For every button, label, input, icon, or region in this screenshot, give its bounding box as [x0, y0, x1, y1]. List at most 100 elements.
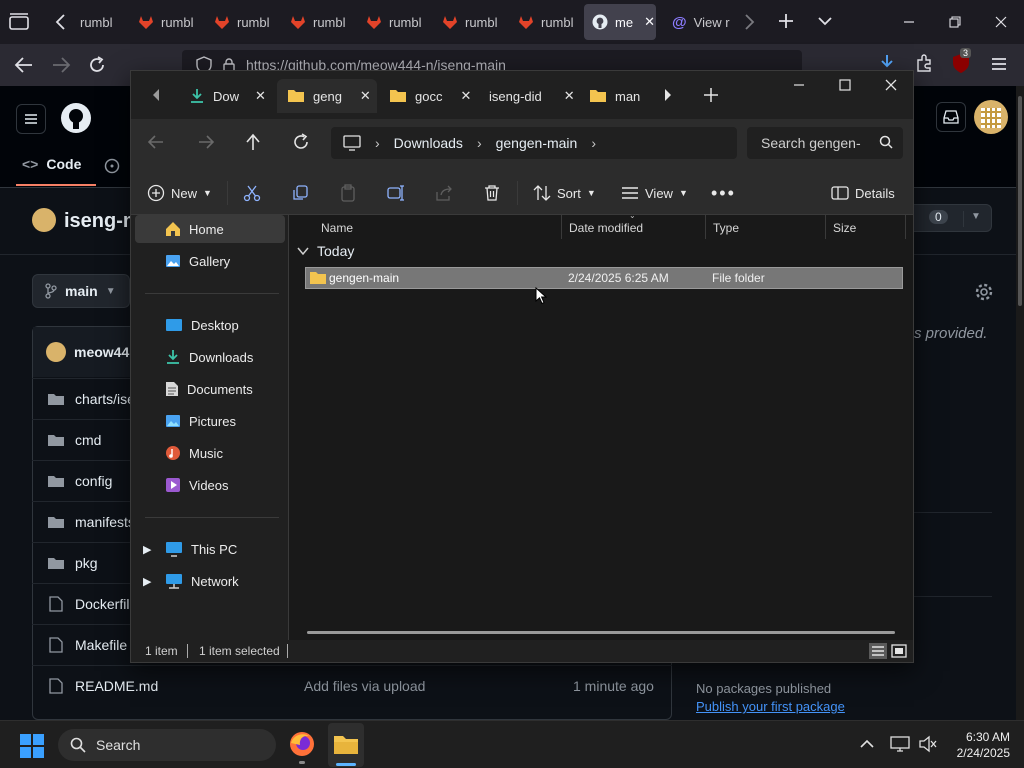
tab-scroll-right-icon[interactable]	[663, 88, 673, 102]
tabs-scroll-right-icon[interactable]	[742, 13, 756, 31]
windows-start-icon[interactable]	[20, 734, 44, 758]
repo-owner-avatar[interactable]	[32, 208, 56, 232]
restore-icon[interactable]	[932, 0, 978, 44]
close-icon[interactable]: ✕	[255, 88, 266, 104]
explorer-tab[interactable]: Dow ✕	[179, 79, 276, 113]
column-name[interactable]: Name	[321, 221, 353, 235]
column-date[interactable]: Date modified	[569, 221, 643, 235]
tab-code[interactable]: <> Code	[22, 156, 81, 172]
column-type[interactable]: Type	[713, 221, 739, 235]
browser-tab[interactable]: rumbl	[130, 4, 202, 40]
close-icon[interactable]: ✕	[460, 88, 471, 104]
taskbar-search[interactable]: Search	[58, 729, 276, 761]
firefox-icon[interactable]	[289, 731, 315, 764]
column-divider[interactable]	[825, 215, 826, 239]
new-tab-icon[interactable]	[703, 87, 719, 103]
sort-button[interactable]: Sort ▼	[533, 179, 596, 207]
table-row[interactable]: README.md Add files via upload 1 minute …	[32, 665, 672, 706]
paste-icon[interactable]	[339, 179, 357, 207]
details-button[interactable]: Details	[831, 179, 895, 207]
list-all-tabs-icon[interactable]	[817, 14, 833, 28]
maximize-icon[interactable]	[839, 79, 851, 91]
breadcrumb-item[interactable]: gengen-main	[496, 135, 578, 151]
close-window-icon[interactable]	[978, 0, 1024, 44]
commit-author-avatar[interactable]	[46, 342, 66, 362]
close-icon[interactable]: ✕	[564, 88, 575, 104]
file-name[interactable]: config	[75, 473, 112, 489]
table-row[interactable]: gengen-main 2/24/2025 6:25 AM File folde…	[305, 267, 903, 289]
close-icon[interactable]: ✕	[644, 14, 655, 30]
nav-item-pictures[interactable]: Pictures 📌	[165, 409, 305, 433]
reload-icon[interactable]	[87, 55, 107, 75]
chevron-right-icon[interactable]: ›	[477, 135, 482, 151]
search-input[interactable]: Search gengen-	[747, 127, 903, 159]
tab-scroll-left-icon[interactable]	[151, 88, 161, 102]
minimize-icon[interactable]	[886, 0, 932, 44]
horizontal-scrollbar[interactable]	[307, 631, 895, 634]
github-logo-icon[interactable]	[60, 102, 92, 134]
browser-tab[interactable]: rumbl	[282, 4, 354, 40]
browser-tab[interactable]: rumbl	[72, 4, 121, 40]
file-name[interactable]: Makefile	[75, 637, 127, 653]
file-name[interactable]: gengen-main	[329, 271, 399, 285]
network-tray-icon[interactable]	[890, 735, 910, 753]
nav-item-home[interactable]: Home	[165, 217, 305, 241]
thumbnail-view-icon[interactable]	[891, 643, 907, 659]
volume-muted-icon[interactable]	[918, 735, 938, 753]
breadcrumb[interactable]: › Downloads › gengen-main ›	[331, 127, 737, 159]
expand-chevron-icon[interactable]: ▶	[143, 543, 151, 556]
group-header-today[interactable]: Today	[297, 243, 354, 259]
file-explorer-taskbar-button[interactable]	[328, 723, 364, 767]
explorer-tab-active[interactable]: geng ✕	[277, 79, 377, 113]
new-button[interactable]: New ▼	[147, 179, 212, 207]
nav-item-music[interactable]: Music 📌	[165, 441, 305, 465]
explorer-tab[interactable]: gocc ✕	[379, 79, 481, 113]
rename-icon[interactable]	[387, 179, 405, 207]
column-divider[interactable]	[705, 215, 706, 239]
nav-item-network[interactable]: Network	[165, 569, 305, 593]
page-scrollbar[interactable]	[1016, 86, 1024, 720]
monitor-icon[interactable]	[343, 135, 361, 151]
chevron-right-icon[interactable]: ›	[591, 135, 596, 151]
cut-icon[interactable]	[243, 179, 261, 207]
refresh-icon[interactable]	[292, 133, 310, 151]
column-divider[interactable]	[905, 215, 906, 239]
browser-tab[interactable]: @ View r	[664, 4, 738, 40]
back-icon[interactable]	[147, 134, 165, 150]
tab-overview-icon[interactable]	[8, 12, 30, 32]
expand-chevron-icon[interactable]: ▶	[143, 575, 151, 588]
publish-package-link[interactable]: Publish your first package	[696, 699, 845, 714]
file-name[interactable]: manifests	[75, 514, 135, 530]
share-icon[interactable]	[435, 179, 453, 207]
minimize-icon[interactable]	[793, 79, 805, 91]
browser-tab[interactable]: rumbl	[510, 4, 582, 40]
commit-author[interactable]: meow44	[74, 344, 129, 360]
file-name[interactable]: charts/ise	[75, 391, 135, 407]
nav-item-videos[interactable]: Videos 📌	[165, 473, 305, 497]
file-name[interactable]: README.md	[75, 678, 158, 694]
new-tab-icon[interactable]	[777, 12, 795, 30]
commit-message[interactable]: Add files via upload	[304, 678, 425, 694]
nav-item-this-pc[interactable]: This PC	[165, 537, 305, 561]
column-size[interactable]: Size	[833, 221, 856, 235]
nav-item-desktop[interactable]: Desktop 📌	[165, 313, 305, 337]
delete-icon[interactable]	[483, 179, 501, 207]
back-icon[interactable]	[14, 56, 34, 74]
browser-tab[interactable]: rumbl	[434, 4, 506, 40]
close-window-icon[interactable]	[885, 79, 897, 91]
browser-tab-active[interactable]: me ✕	[584, 4, 656, 40]
show-hidden-icons-chevron-icon[interactable]	[860, 739, 874, 749]
inbox-icon[interactable]	[936, 102, 966, 132]
breadcrumb-item[interactable]: Downloads	[394, 135, 463, 151]
issues-icon[interactable]	[104, 158, 120, 174]
star-button-group[interactable]: 0 ▼	[904, 204, 992, 232]
gear-icon[interactable]	[974, 282, 994, 302]
more-options-icon[interactable]: •••	[711, 179, 736, 207]
up-icon[interactable]	[245, 133, 261, 151]
details-view-icon[interactable]	[869, 643, 887, 659]
browser-tab[interactable]: rumbl	[206, 4, 278, 40]
forward-icon[interactable]	[197, 134, 215, 150]
clock[interactable]: 6:30 AM 2/24/2025	[944, 729, 1010, 761]
nav-item-gallery[interactable]: Gallery	[165, 249, 305, 273]
browser-tab[interactable]: rumbl	[358, 4, 430, 40]
